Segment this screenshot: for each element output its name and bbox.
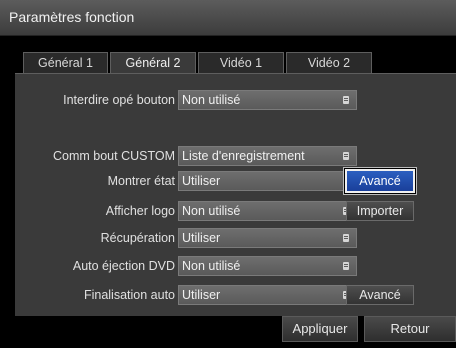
setting-label: Afficher logo xyxy=(105,204,175,218)
dropdown-icon xyxy=(343,152,349,160)
setting-dropdown-auto-finalize[interactable]: Utiliser xyxy=(178,285,357,305)
setting-dropdown-auto-eject[interactable]: Non utilisé xyxy=(178,256,357,276)
window-title: Paramètres fonction xyxy=(9,9,135,25)
setting-value: Non utilisé xyxy=(182,259,241,273)
advanced-button-show-status[interactable]: Avancé xyxy=(345,169,415,193)
tab-video-1[interactable]: Vidéo 1 xyxy=(198,52,284,74)
import-button[interactable]: Importer xyxy=(346,201,414,221)
setting-label: Récupération xyxy=(100,231,175,245)
apply-button[interactable]: Appliquer xyxy=(282,316,358,342)
setting-dropdown-button-lock[interactable]: Non utilisé xyxy=(178,90,357,110)
setting-value: Liste d'enregistrement xyxy=(182,149,305,163)
setting-value: Utiliser xyxy=(182,174,221,188)
tab-video-2[interactable]: Vidéo 2 xyxy=(286,52,372,74)
advanced-button-auto-finalize[interactable]: Avancé xyxy=(346,285,414,305)
settings-window: Paramètres fonction Général 1 Général 2 … xyxy=(0,0,456,348)
back-button[interactable]: Retour xyxy=(364,316,456,342)
setting-value: Utiliser xyxy=(182,231,221,245)
tab-general-2[interactable]: Général 2 xyxy=(110,52,196,75)
setting-dropdown-recovery[interactable]: Utiliser xyxy=(178,228,357,248)
title-bar: Paramètres fonction xyxy=(0,0,456,36)
settings-panel: Interdire opé bouton Non utilisé Comm bo… xyxy=(15,73,456,316)
setting-dropdown-custom-button[interactable]: Liste d'enregistrement xyxy=(178,146,357,166)
setting-dropdown-show-logo[interactable]: Non utilisé xyxy=(178,201,357,221)
setting-label: Auto éjection DVD xyxy=(72,259,175,273)
setting-label: Interdire opé bouton xyxy=(63,93,175,107)
setting-value: Non utilisé xyxy=(182,204,241,218)
setting-value: Utiliser xyxy=(182,288,221,302)
dropdown-icon xyxy=(343,96,349,104)
setting-label: Finalisation auto xyxy=(83,288,175,302)
setting-label: Montrer état xyxy=(107,174,175,188)
dropdown-icon xyxy=(343,262,349,270)
setting-dropdown-show-status[interactable]: Utiliser xyxy=(178,171,357,191)
setting-label: Comm bout CUSTOM xyxy=(52,149,175,163)
setting-value: Non utilisé xyxy=(182,93,241,107)
dropdown-icon xyxy=(343,234,349,242)
tab-general-1[interactable]: Général 1 xyxy=(23,52,108,74)
